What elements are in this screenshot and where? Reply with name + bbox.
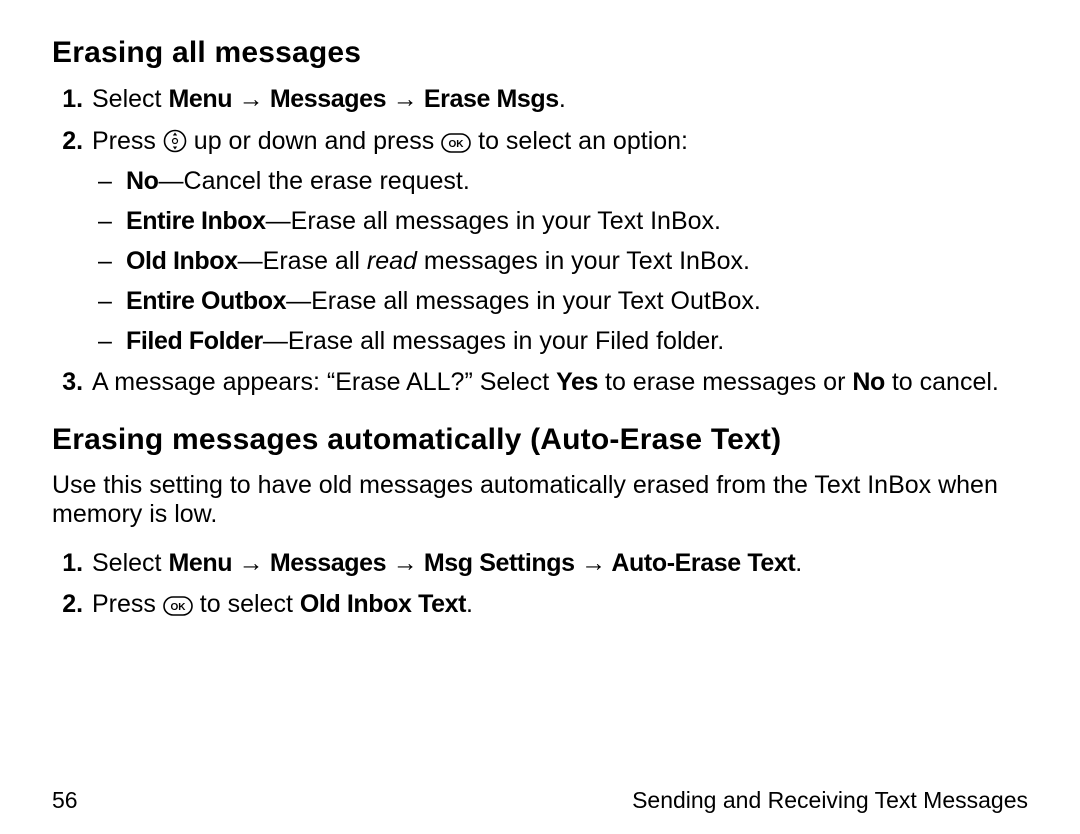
path-seg: Menu xyxy=(168,85,232,113)
ok-button-icon: OK xyxy=(441,133,471,153)
path-seg: Msg Settings xyxy=(424,549,575,577)
arrow-icon: → xyxy=(239,549,264,577)
text: to cancel. xyxy=(885,368,999,396)
option-filed-folder: Filed Folder—Erase all messages in your … xyxy=(126,325,1028,357)
no-label: No xyxy=(852,368,885,396)
path-seg: Menu xyxy=(168,549,232,577)
chapter-title: Sending and Receiving Text Messages xyxy=(632,787,1028,814)
svg-text:OK: OK xyxy=(170,602,186,613)
text: Select xyxy=(92,549,168,577)
option-label: Entire Outbox xyxy=(126,287,286,315)
intro-paragraph: Use this setting to have old messages au… xyxy=(52,471,1028,530)
option-desc: —Erase all xyxy=(238,247,367,275)
step-3: A message appears: “Erase ALL?” Select Y… xyxy=(90,367,1028,399)
option-desc-em: read xyxy=(367,247,417,275)
text: Press xyxy=(92,127,163,155)
option-label: No xyxy=(126,167,159,195)
text: Select xyxy=(92,85,168,113)
text: Press xyxy=(92,590,163,618)
arrow-icon: → xyxy=(239,85,264,113)
nav-pad-icon xyxy=(163,129,187,153)
text: . xyxy=(795,549,802,577)
option-no: No—Cancel the erase request. xyxy=(126,165,1028,197)
option-list: No—Cancel the erase request. Entire Inbo… xyxy=(92,165,1028,357)
text: . xyxy=(466,590,473,618)
path-seg: Erase Msgs xyxy=(424,85,559,113)
option-desc: messages in your Text InBox. xyxy=(417,247,750,275)
path-seg: Auto-Erase Text xyxy=(611,549,795,577)
list-auto-erase-steps: Select Menu → Messages → Msg Settings → … xyxy=(52,548,1028,621)
svg-text:OK: OK xyxy=(449,139,465,150)
path-seg: Messages xyxy=(270,85,386,113)
option-entire-inbox: Entire Inbox—Erase all messages in your … xyxy=(126,205,1028,237)
option-desc: —Cancel the erase request. xyxy=(159,167,470,195)
option-label: Old Inbox xyxy=(126,247,238,275)
path-seg: Messages xyxy=(270,549,386,577)
option-desc: —Erase all messages in your Filed folder… xyxy=(263,327,724,355)
option-desc: —Erase all messages in your Text OutBox. xyxy=(286,287,761,315)
text: to select xyxy=(193,590,300,618)
arrow-icon: → xyxy=(393,85,418,113)
option-old-inbox: Old Inbox—Erase all read messages in you… xyxy=(126,245,1028,277)
arrow-icon: → xyxy=(581,549,606,577)
step-2: Press OK to select Old Inbox Text. xyxy=(90,589,1028,621)
ok-button-icon: OK xyxy=(163,596,193,616)
text: to erase messages or xyxy=(598,368,852,396)
option-label: Filed Folder xyxy=(126,327,263,355)
text: to select an option: xyxy=(471,127,688,155)
option-desc: —Erase all messages in your Text InBox. xyxy=(266,207,721,235)
option-label: Entire Inbox xyxy=(126,207,266,235)
text: up or down and press xyxy=(187,127,441,155)
option-entire-outbox: Entire Outbox—Erase all messages in your… xyxy=(126,285,1028,317)
text: . xyxy=(559,85,566,113)
heading-erasing-all: Erasing all messages xyxy=(52,36,1028,70)
yes-label: Yes xyxy=(556,368,598,396)
step-1: Select Menu → Messages → Msg Settings → … xyxy=(90,548,1028,580)
step-1: Select Menu → Messages → Erase Msgs. xyxy=(90,84,1028,116)
page-footer: 56 Sending and Receiving Text Messages xyxy=(52,777,1028,814)
page-number: 56 xyxy=(52,787,78,814)
text: A message appears: “Erase ALL?” Select xyxy=(92,368,556,396)
bold-label: Old Inbox Text xyxy=(300,590,466,618)
list-erase-steps: Select Menu → Messages → Erase Msgs. Pre… xyxy=(52,84,1028,399)
arrow-icon: → xyxy=(393,549,418,577)
step-2: Press up or down and press OK to select … xyxy=(90,126,1028,358)
heading-auto-erase: Erasing messages automatically (Auto-Era… xyxy=(52,423,1028,457)
